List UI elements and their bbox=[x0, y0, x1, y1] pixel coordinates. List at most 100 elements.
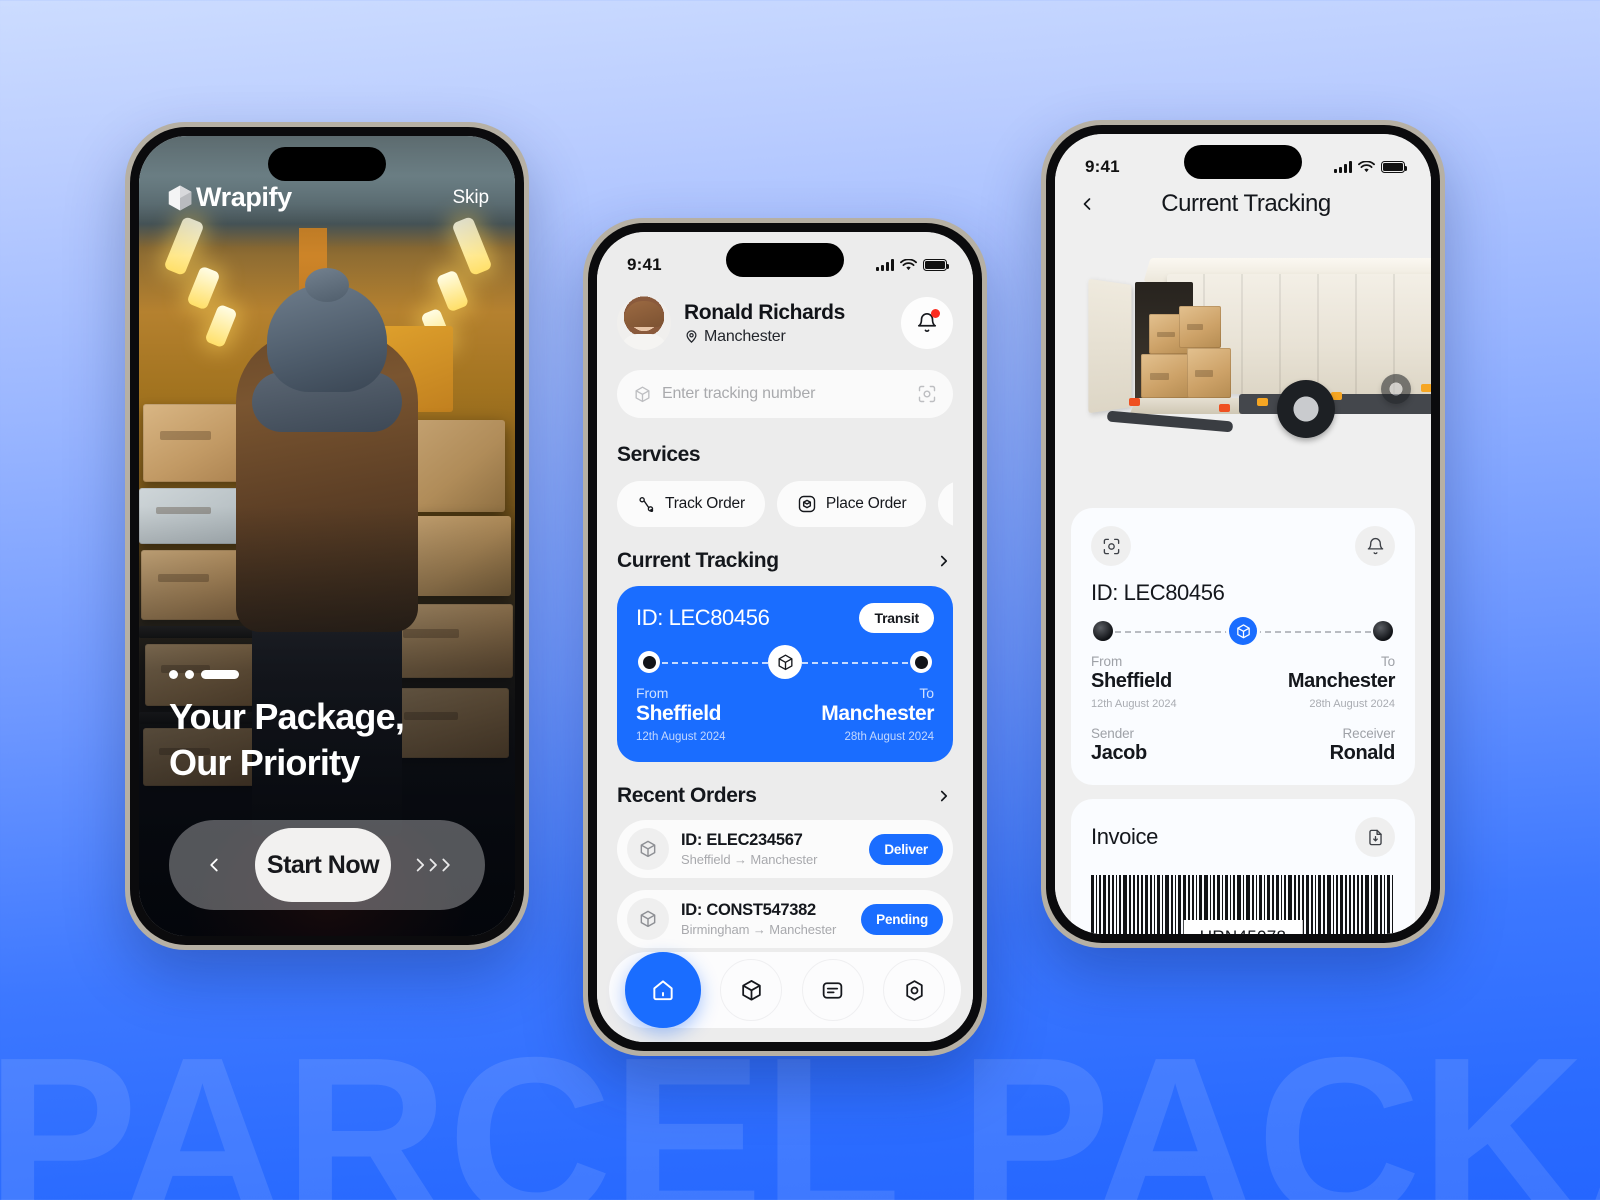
page-dot-2[interactable] bbox=[185, 669, 194, 679]
alerts-button[interactable] bbox=[1355, 526, 1395, 566]
notification-badge bbox=[931, 309, 940, 318]
chip-place-order-label: Place Order bbox=[825, 495, 907, 512]
chip-place-order[interactable]: Place Order bbox=[776, 481, 927, 527]
scan-button[interactable] bbox=[1091, 526, 1131, 566]
phone2-bezel: 9:41 Ronald Richards Manchester Enter tr… bbox=[588, 223, 982, 1051]
order-text-2: ID: CONST547382 Birmingham → Manchester bbox=[681, 901, 849, 937]
detail-to-label: To bbox=[1380, 654, 1395, 669]
detail-sender-name: Jacob bbox=[1091, 742, 1147, 764]
order-row-1[interactable]: ID: ELEC234567 Sheffield → Manchester De… bbox=[617, 820, 953, 878]
previous-button[interactable] bbox=[177, 828, 251, 902]
order-id-1: ID: ELEC234567 bbox=[681, 831, 803, 849]
dynamic-island bbox=[268, 147, 386, 181]
order-status-2: Pending bbox=[861, 903, 943, 935]
chip-track-order[interactable]: Track Order bbox=[617, 481, 765, 527]
tracking-card-top: ID: LEC80456 Transit bbox=[636, 603, 934, 633]
page-indicator[interactable] bbox=[169, 669, 485, 679]
detail-package-marker bbox=[1229, 617, 1257, 645]
page-dot-1[interactable] bbox=[169, 669, 178, 679]
chip-wallet[interactable]: Wallet bbox=[938, 481, 953, 527]
chip-track-order-label: Track Order bbox=[665, 495, 745, 512]
services-title: Services bbox=[617, 443, 701, 466]
tab-settings[interactable] bbox=[883, 959, 946, 1021]
chevron-right-icon[interactable] bbox=[935, 787, 953, 805]
order-status-1: Deliver bbox=[869, 833, 943, 865]
phone3-bezel: 9:41 Current Tracking ID: LEC80456 From … bbox=[1046, 125, 1440, 943]
home-icon bbox=[653, 980, 673, 1001]
avatar[interactable] bbox=[617, 296, 671, 350]
truck-graphic bbox=[1069, 248, 1431, 458]
detail-to-city: Manchester bbox=[1287, 670, 1396, 692]
wifi-icon bbox=[900, 258, 917, 270]
detail-content: 9:41 Current Tracking ID: LEC80456 From … bbox=[1055, 134, 1431, 934]
package-icon bbox=[777, 654, 793, 670]
page-dot-3-active[interactable] bbox=[201, 669, 239, 679]
onboarding-bottom: Your Package, Our Priority Start Now bbox=[139, 669, 515, 910]
scan-icon[interactable] bbox=[917, 384, 937, 404]
order-route-1: Sheffield → Manchester bbox=[681, 852, 818, 867]
onboarding-topbar: Wrapify Skip bbox=[139, 182, 515, 213]
phone2-screen: 9:41 Ronald Richards Manchester Enter tr… bbox=[597, 232, 973, 1042]
package-icon bbox=[742, 979, 761, 1001]
dynamic-island bbox=[726, 243, 844, 277]
detail-sender-label: Sender bbox=[1091, 726, 1134, 741]
chevron-right-icon[interactable] bbox=[935, 552, 953, 570]
bell-icon bbox=[1367, 537, 1383, 554]
tracking-id: ID: LEC80456 bbox=[636, 605, 770, 630]
bottom-tabbar bbox=[609, 952, 961, 1028]
download-file-icon bbox=[1368, 829, 1382, 845]
tracking-card-actions bbox=[1091, 526, 1395, 566]
tracking-from: From Sheffield 12th August 2024 bbox=[636, 685, 726, 743]
invoice-card: Invoice URN45078 bbox=[1071, 799, 1415, 934]
start-now-button[interactable]: Start Now bbox=[255, 828, 391, 902]
services-header: Services bbox=[617, 443, 953, 467]
tracking-to-city: Manchester bbox=[821, 702, 934, 725]
status-time: 9:41 bbox=[1085, 157, 1120, 176]
truck-wheel-front bbox=[1381, 374, 1411, 404]
invoice-header: Invoice bbox=[1091, 817, 1395, 857]
onboarding-cta-bar: Start Now bbox=[169, 820, 485, 910]
skip-button[interactable]: Skip bbox=[452, 187, 489, 209]
tab-documents[interactable] bbox=[801, 959, 864, 1021]
document-icon bbox=[823, 981, 843, 999]
package-icon bbox=[1236, 623, 1250, 638]
home-content: Ronald Richards Manchester Enter trackin… bbox=[597, 232, 973, 1042]
tab-orders[interactable] bbox=[720, 959, 783, 1021]
notifications-button[interactable] bbox=[901, 297, 953, 349]
package-icon bbox=[640, 840, 656, 858]
tracking-detail-card: ID: LEC80456 From Sheffield 12th August … bbox=[1071, 508, 1415, 785]
download-invoice-button[interactable] bbox=[1355, 817, 1395, 857]
current-tracking-header[interactable]: Current Tracking bbox=[617, 549, 953, 573]
brand-logo: Wrapify bbox=[165, 182, 292, 213]
detail-route-row: From Sheffield 12th August 2024 To Manch… bbox=[1091, 654, 1395, 710]
package-icon bbox=[640, 910, 656, 928]
tracking-status-badge: Transit bbox=[859, 603, 934, 633]
status-time: 9:41 bbox=[627, 255, 662, 274]
current-tracking-card[interactable]: ID: LEC80456 Transit From Sheffield 12th… bbox=[617, 586, 953, 762]
next-button[interactable] bbox=[395, 854, 477, 876]
profile-location: Manchester bbox=[684, 328, 901, 346]
tracking-to: To Manchester 28th August 2024 bbox=[821, 685, 934, 743]
tracking-package-marker bbox=[768, 645, 802, 679]
detail-receiver-label: Receiver bbox=[1342, 726, 1396, 741]
profile-header: Ronald Richards Manchester bbox=[617, 296, 953, 350]
current-tracking-title: Current Tracking bbox=[617, 549, 779, 572]
order-text-1: ID: ELEC234567 Sheffield → Manchester bbox=[681, 831, 857, 867]
tracking-from-label: From bbox=[636, 685, 669, 701]
order-row-2[interactable]: ID: CONST547382 Birmingham → Manchester … bbox=[617, 890, 953, 948]
detail-from-label: From bbox=[1091, 654, 1123, 669]
detail-node-origin bbox=[1093, 621, 1113, 641]
chevron-right-triple-icon bbox=[416, 858, 450, 872]
tracking-to-date: 28th August 2024 bbox=[844, 731, 934, 743]
place-order-icon bbox=[798, 495, 816, 513]
gear-icon bbox=[906, 979, 923, 1001]
search-input[interactable]: Enter tracking number bbox=[617, 370, 953, 418]
tracking-progress bbox=[638, 645, 932, 679]
brand-name: Wrapify bbox=[196, 182, 292, 212]
detail-tracking-id: ID: LEC80456 bbox=[1091, 580, 1225, 605]
recent-orders-header[interactable]: Recent Orders bbox=[617, 784, 953, 808]
tracking-node-origin bbox=[638, 651, 660, 673]
tab-home[interactable] bbox=[624, 952, 701, 1028]
phone1-bezel: Wrapify Skip Your Package, Our Priority … bbox=[130, 127, 524, 945]
profile-location-label: Manchester bbox=[704, 327, 786, 345]
